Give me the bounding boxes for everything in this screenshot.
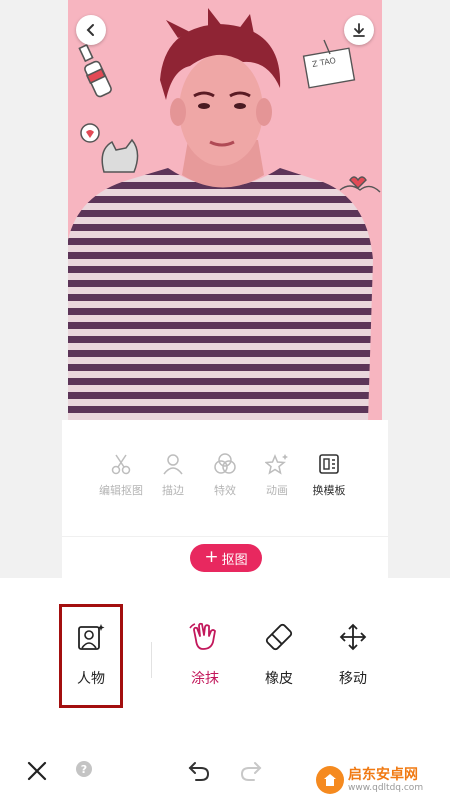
photo-canvas[interactable]: Z TAO: [68, 0, 382, 420]
vertical-divider: [151, 642, 152, 678]
tool-outline[interactable]: 描边: [148, 452, 198, 498]
mode-smear[interactable]: 涂抹: [170, 622, 240, 688]
mode-eraser[interactable]: 橡皮: [244, 622, 314, 688]
tool-label: 换模板: [312, 484, 346, 497]
divider: [62, 536, 388, 537]
mode-label: 人物: [77, 671, 105, 687]
tool-animation[interactable]: 动画: [252, 452, 302, 498]
bottle-sticker: [78, 43, 112, 98]
heart-doodle-sticker: [339, 176, 381, 193]
mode-person[interactable]: 人物: [56, 622, 126, 688]
tool-label: 特效: [214, 484, 236, 497]
add-cutout-label: 抠图: [221, 552, 248, 568]
plus-icon: +: [204, 547, 219, 567]
mode-move[interactable]: 移动: [318, 622, 388, 688]
edit-panel: 编辑抠图 描边 特效 动画 换模板 + 抠图: [62, 420, 388, 578]
mode-label: 涂抹: [191, 671, 219, 687]
close-button[interactable]: [22, 756, 52, 786]
template-icon: [319, 454, 339, 474]
editor-area: Z TAO 编辑抠图 描边 特效 动画 换模板 + 抠图: [0, 0, 450, 578]
watermark-logo-icon: [316, 766, 344, 794]
tool-change-template[interactable]: 换模板: [304, 452, 354, 498]
add-cutout-button[interactable]: + 抠图: [190, 544, 262, 572]
effects-circles-icon: [214, 453, 236, 474]
help-button[interactable]: ?: [76, 761, 92, 777]
redo-icon: [240, 762, 262, 781]
move-arrows-icon: [339, 623, 367, 651]
person-portrait-icon: [78, 624, 105, 650]
watermark-url: www.qdltdq.com: [348, 782, 424, 793]
back-button[interactable]: [76, 15, 106, 45]
cat-sticker: [80, 123, 139, 173]
mode-label: 橡皮: [265, 671, 293, 687]
scissors-icon: [111, 454, 131, 475]
mode-label: 移动: [339, 671, 367, 687]
site-watermark: 启东安卓网 www.qdltdq.com: [316, 766, 423, 794]
tool-label: 描边: [162, 484, 184, 497]
tool-label: 编辑抠图: [99, 484, 143, 497]
undo-icon: [188, 762, 210, 781]
chevron-left-icon: [86, 24, 94, 36]
finger-swipe-icon: [189, 622, 216, 650]
redo-button[interactable]: [236, 756, 266, 786]
star-sparkle-icon: [265, 454, 288, 475]
tool-effects[interactable]: 特效: [200, 452, 250, 498]
close-icon: [27, 761, 47, 781]
help-icon: ?: [76, 761, 92, 777]
tool-label: 动画: [266, 484, 288, 497]
download-button[interactable]: [344, 15, 374, 45]
tool-edit-cutout[interactable]: 编辑抠图: [96, 452, 146, 498]
undo-button[interactable]: [184, 756, 214, 786]
download-icon: [353, 23, 365, 37]
watermark-title: 启东安卓网: [348, 766, 418, 783]
eraser-icon: [265, 623, 293, 651]
person-outline-icon: [163, 454, 183, 475]
